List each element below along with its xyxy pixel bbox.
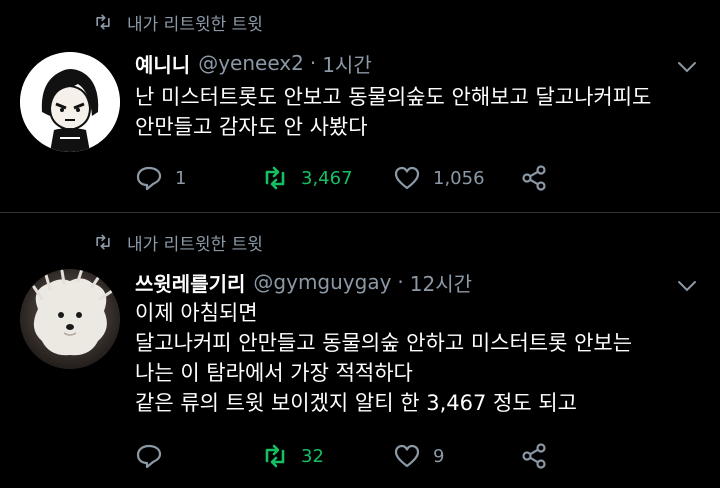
tweet-text-line: 나는 이 탐라에서 가장 적적하다	[135, 361, 413, 385]
retweet-context: 내가 리트윗한 트윗	[93, 230, 263, 255]
reply-button[interactable]: 1	[135, 163, 186, 193]
separator-dot: ·	[309, 51, 317, 75]
chevron-down-icon[interactable]	[676, 60, 698, 74]
tweet-text-line: 달고나커피 안만들고 동물의숲 안하고 미스터트롯 안보는	[135, 331, 633, 355]
share-button[interactable]	[520, 163, 548, 193]
heart-icon	[394, 166, 420, 190]
retweet-context: 내가 리트윗한 트윗	[93, 10, 263, 35]
tweet-2[interactable]: 내가 리트윗한 트윗 쓰윗레를기리 @gymguygay · 12시간 이제 아…	[0, 213, 720, 488]
retweet-button[interactable]: 3,467	[261, 163, 353, 193]
reply-button[interactable]	[135, 441, 175, 471]
tweet-text-line: 같은 류의 트윗 보이겠지 알티 한 3,467 정도 되고	[135, 391, 577, 415]
tweet-1[interactable]: 내가 리트윗한 트윗 예니니 @yeneex2 · 1시간 난 미스터트롯도 안…	[0, 0, 720, 212]
retweet-icon	[265, 444, 285, 468]
share-icon	[522, 165, 546, 191]
user-handle[interactable]: @gymguygay	[253, 270, 391, 294]
avatar[interactable]	[20, 269, 120, 369]
retweet-count: 3,467	[301, 167, 353, 189]
avatar[interactable]	[20, 52, 120, 152]
tweet-text: 난 미스터트롯도 안보고 동물의숲도 안해보고 달고나커피도 안만들고 감자도 …	[135, 82, 705, 142]
tweet-text: 이제 아침되면 달고나커피 안만들고 동물의숲 안하고 미스터트롯 안보는 나는…	[135, 298, 705, 418]
like-count: 1,056	[433, 167, 485, 189]
display-name[interactable]: 쓰윗레를기리	[135, 268, 245, 297]
tweet-header: 쓰윗레를기리 @gymguygay · 12시간	[135, 268, 472, 296]
retweet-count: 32	[301, 445, 324, 467]
reply-icon	[136, 444, 162, 469]
avatar-white-dog-image	[20, 269, 120, 369]
share-icon	[522, 443, 546, 469]
retweet-icon	[96, 234, 110, 250]
retweet-button[interactable]: 32	[261, 441, 324, 471]
chevron-down-icon[interactable]	[676, 279, 698, 293]
separator-dot: ·	[397, 270, 404, 294]
timestamp[interactable]: 1시간	[322, 49, 372, 78]
timestamp[interactable]: 12시간	[410, 268, 472, 297]
tweet-actions: 1 3,467 1,056	[135, 163, 705, 193]
like-button[interactable]: 9	[393, 441, 444, 471]
display-name[interactable]: 예니니	[135, 49, 190, 78]
reply-count: 1	[175, 167, 187, 189]
user-handle[interactable]: @yeneex2	[198, 51, 304, 75]
tweet-actions: 32 9	[135, 441, 705, 471]
like-count: 9	[433, 445, 445, 467]
heart-icon	[394, 444, 420, 468]
retweet-icon	[265, 166, 285, 190]
retweet-context-label: 내가 리트윗한 트윗	[127, 234, 263, 255]
tweet-text-line: 이제 아침되면	[135, 301, 258, 325]
like-button[interactable]: 1,056	[393, 163, 485, 193]
retweet-context-label: 내가 리트윗한 트윗	[127, 14, 263, 35]
reply-icon	[136, 166, 162, 191]
avatar-cartoon-girl-image	[20, 52, 120, 152]
tweet-text-line: 난 미스터트롯도 안보고 동물의숲도 안해보고 달고나커피도	[135, 85, 652, 109]
retweet-icon	[96, 14, 110, 30]
tweet-header: 예니니 @yeneex2 · 1시간	[135, 49, 372, 77]
tweet-text-line: 안만들고 감자도 안 사봤다	[135, 115, 368, 139]
share-button[interactable]	[520, 441, 548, 471]
